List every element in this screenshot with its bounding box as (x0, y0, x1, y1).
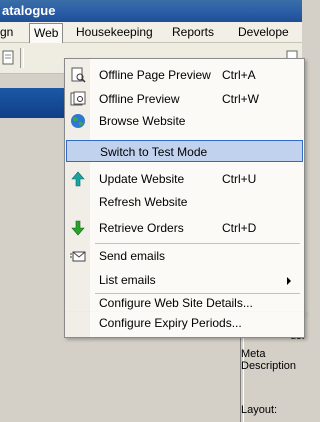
menu-item-configure-expiry-periods[interactable]: Configure Expiry Periods... (65, 313, 304, 335)
menu-item-offline-preview[interactable]: Offline Preview Ctrl+W (65, 88, 304, 110)
menu-item-label: List emails (99, 273, 156, 287)
menu-item-shortcut: Ctrl+D (222, 221, 257, 235)
meta-description-label: Meta Description (241, 348, 297, 372)
menu-item-refresh-website[interactable]: Refresh Website (65, 191, 304, 213)
menu-item-configure-web-site-details[interactable]: Configure Web Site Details... (65, 294, 304, 314)
menu-item-switch-to-test-mode[interactable]: Switch to Test Mode (66, 140, 303, 162)
download-arrow-icon (71, 220, 85, 236)
submenu-arrow-icon (287, 277, 291, 285)
menu-item-shortcut: Ctrl+A (222, 68, 256, 82)
menu-developer[interactable]: Develope (238, 25, 289, 39)
preview-icon (70, 91, 86, 106)
toolbar-separator (20, 48, 24, 68)
menu-item-browse-website[interactable]: Browse Website (65, 110, 304, 132)
menu-item-offline-page-preview[interactable]: Offline Page Preview Ctrl+A (65, 64, 304, 86)
menu-bar: gn Web Housekeeping Reports Develope (0, 22, 302, 43)
menu-item-list-emails[interactable]: List emails (65, 269, 304, 291)
window-title: atalogue (2, 3, 56, 18)
menu-separator (95, 243, 300, 244)
menu-item-label: Offline Page Preview (99, 68, 211, 82)
document-icon[interactable] (2, 50, 16, 66)
email-icon (70, 251, 86, 262)
menu-reports[interactable]: Reports (172, 25, 214, 39)
menu-item-send-emails[interactable]: Send emails (65, 245, 304, 267)
page-preview-icon (71, 67, 86, 83)
menu-design[interactable]: gn (0, 25, 13, 39)
menu-item-update-website[interactable]: Update Website Ctrl+U (65, 168, 304, 190)
upload-arrow-icon (71, 171, 85, 187)
menu-item-label: Retrieve Orders (99, 221, 184, 235)
menu-housekeeping[interactable]: Housekeeping (76, 25, 153, 39)
menu-item-label: Send emails (99, 249, 166, 263)
menu-item-retrieve-orders[interactable]: Retrieve Orders Ctrl+D (65, 217, 304, 239)
menu-item-shortcut: Ctrl+U (222, 172, 257, 186)
window-title-bar: atalogue (0, 0, 302, 22)
menu-item-shortcut: Ctrl+W (222, 92, 259, 106)
web-menu-dropdown: Offline Page Preview Ctrl+A Offline Prev… (64, 58, 305, 313)
menu-item-label: Configure Expiry Periods... (99, 316, 242, 330)
menu-item-label: Browse Website (99, 114, 186, 128)
web-menu-dropdown-bottom: Configure Expiry Periods... (64, 312, 305, 338)
menu-item-label: Switch to Test Mode (100, 145, 208, 159)
menu-item-label: Configure Web Site Details... (99, 296, 253, 310)
menu-item-label: Offline Preview (99, 92, 180, 106)
menu-item-label: Update Website (99, 172, 185, 186)
menu-web[interactable]: Web (29, 23, 64, 43)
layout-label: Layout: (241, 404, 278, 416)
menu-item-label: Refresh Website (99, 195, 188, 209)
globe-icon (71, 114, 85, 128)
